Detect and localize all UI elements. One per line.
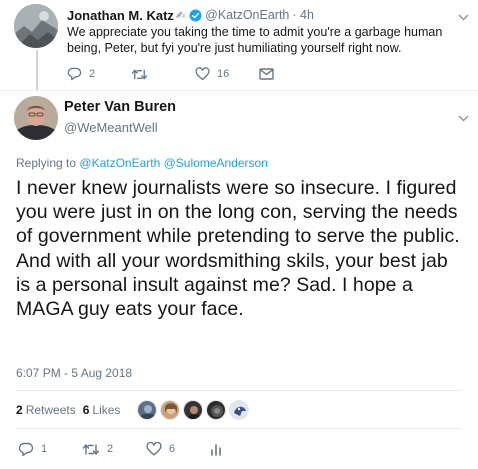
- analytics-bars-icon: [211, 443, 221, 456]
- parent-author-name[interactable]: Jonathan M. Katz: [67, 8, 174, 23]
- parent-reply-button[interactable]: 2: [67, 67, 131, 81]
- tweet-stats: 2 Retweets 6 Likes: [16, 398, 252, 422]
- replying-to-link-katzonearth[interactable]: @KatzOnEarth: [79, 156, 160, 170]
- parent-like-button[interactable]: 16: [195, 67, 259, 81]
- retweet-icon: [82, 443, 100, 455]
- liker-avatar[interactable]: [160, 400, 181, 420]
- replying-to-line: Replying to @KatzOnEarth @SulomeAnderson: [16, 156, 268, 170]
- parent-tweet-time[interactable]: · 4h: [292, 8, 314, 22]
- reply-icon: [67, 67, 82, 81]
- main-reply-button[interactable]: 1: [18, 442, 82, 457]
- parent-retweet-button[interactable]: [131, 68, 195, 81]
- parent-tweet-actions: 2 16: [67, 66, 274, 82]
- main-author-name[interactable]: Peter Van Buren: [64, 99, 176, 115]
- parent-dm-button[interactable]: [259, 68, 274, 80]
- liker-avatar[interactable]: [206, 400, 227, 420]
- main-tweet-menu-chevron-icon[interactable]: [456, 111, 470, 125]
- retweets-stat-count: 2: [16, 403, 23, 417]
- liker-avatar[interactable]: [183, 400, 204, 420]
- heart-icon: [195, 67, 210, 81]
- thread-connector-line: [36, 50, 38, 90]
- quill-emoji-icon: ✍: [175, 9, 186, 22]
- main-reply-count: 1: [41, 443, 48, 455]
- tweet-divider: [0, 90, 478, 91]
- main-tweet-text: I never knew journalists were so insecur…: [16, 177, 460, 321]
- main-tweet-actions: 1 2 6: [18, 440, 222, 458]
- parent-tweet-text: We appreciate you taking the time to adm…: [67, 25, 443, 55]
- main-retweet-count: 2: [107, 443, 114, 455]
- reply-icon: [18, 442, 34, 456]
- retweets-stat[interactable]: 2 Retweets: [16, 403, 76, 417]
- replying-to-prefix: Replying to: [16, 156, 77, 170]
- retweets-stat-label: Retweets: [25, 403, 76, 417]
- main-like-count: 6: [169, 443, 176, 455]
- tweet-timestamp[interactable]: 6:07 PM - 5 Aug 2018: [16, 366, 132, 380]
- likes-stat-count: 6: [82, 403, 90, 417]
- replying-to-link-sulomeanderson[interactable]: @SulomeAnderson: [164, 156, 268, 170]
- liker-avatar[interactable]: [137, 400, 158, 420]
- heart-icon: [146, 442, 162, 456]
- main-retweet-button[interactable]: 2: [82, 443, 146, 456]
- parent-like-count: 16: [217, 68, 230, 80]
- parent-tweet-menu-chevron-icon[interactable]: [456, 10, 470, 24]
- main-author-handle[interactable]: @WeMeantWell: [64, 120, 158, 135]
- parent-reply-count: 2: [89, 68, 96, 80]
- parent-author-avatar[interactable]: [14, 4, 58, 48]
- main-author-avatar[interactable]: [14, 96, 58, 140]
- likes-stat-label: Likes: [92, 403, 121, 417]
- tweet-thread: Jonathan M. Katz ✍ @KatzOnEarth · 4h We …: [0, 0, 478, 469]
- tweet-analytics-button[interactable]: [210, 443, 222, 456]
- envelope-icon: [259, 68, 274, 80]
- main-like-button[interactable]: 6: [146, 442, 210, 456]
- likes-stat[interactable]: 6 Likes: [83, 403, 121, 417]
- verified-badge-icon: [189, 9, 202, 21]
- parent-tweet-header: Jonathan M. Katz ✍ @KatzOnEarth · 4h: [67, 7, 314, 23]
- retweet-icon: [131, 69, 148, 79]
- likers-avatars: [137, 400, 252, 420]
- stats-top-divider: [16, 390, 462, 391]
- liker-avatar[interactable]: [229, 400, 250, 420]
- stats-bottom-divider: [16, 428, 462, 429]
- parent-author-handle[interactable]: @KatzOnEarth: [205, 8, 289, 22]
